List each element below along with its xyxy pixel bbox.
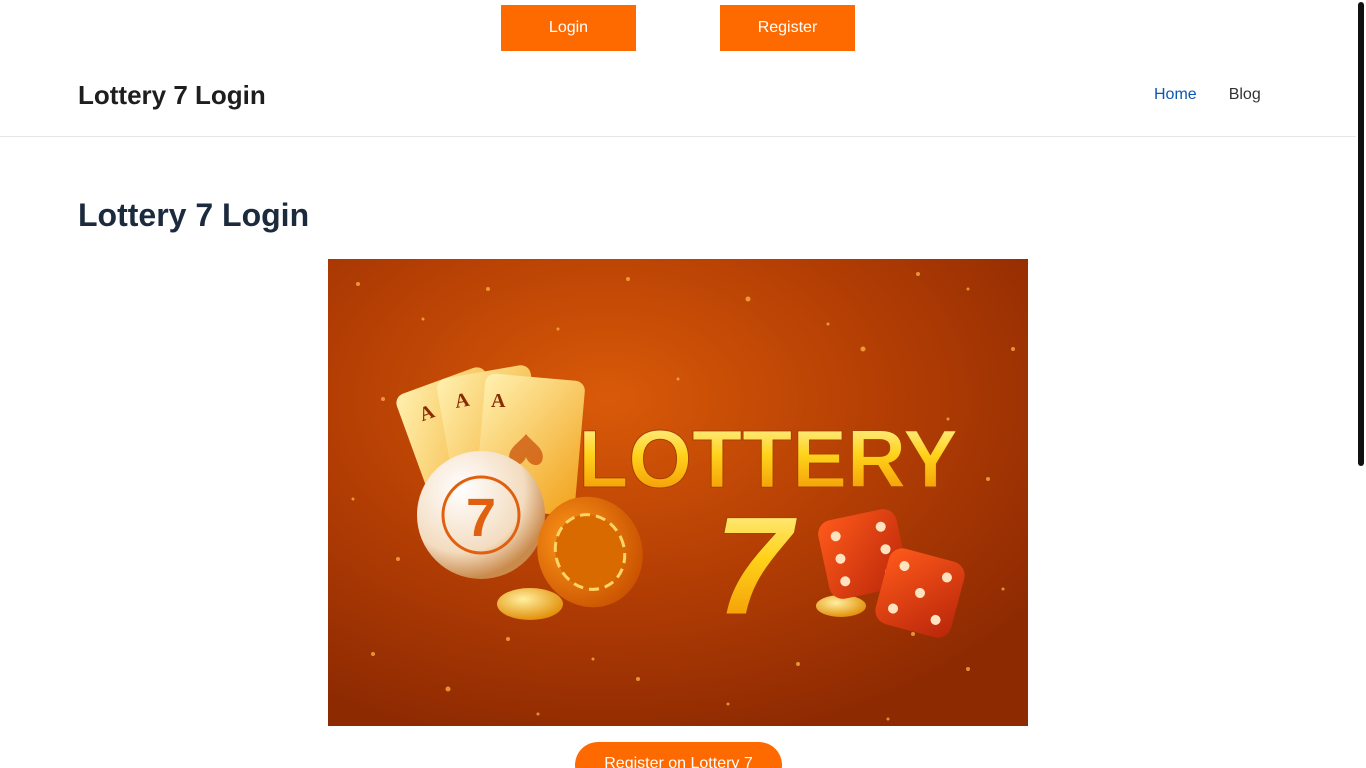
- svg-text:7: 7: [466, 488, 496, 548]
- register-on-lottery-7-button[interactable]: Register on Lottery 7: [575, 742, 782, 768]
- register-button[interactable]: Register: [720, 5, 855, 51]
- svg-text:A: A: [491, 390, 506, 412]
- nav-item-blog[interactable]: Blog: [1229, 86, 1261, 104]
- site-header: Lottery 7 Login Home Blog: [0, 56, 1356, 137]
- hero-number: 7: [714, 487, 798, 644]
- page-title: Lottery 7 Login: [78, 197, 310, 233]
- page-scrollbar[interactable]: [1356, 0, 1366, 768]
- site-title-link[interactable]: Lottery 7 Login: [78, 80, 266, 111]
- nav-item-home[interactable]: Home: [1154, 86, 1197, 104]
- hero-banner-image: A A A 7 LOTTERY 7: [328, 259, 1028, 726]
- login-button[interactable]: Login: [501, 5, 636, 51]
- main-nav: Home Blog: [1154, 86, 1261, 104]
- scrollbar-thumb[interactable]: [1358, 2, 1364, 466]
- lottery-ball-icon: 7: [417, 451, 545, 579]
- auth-bar: Login Register: [0, 5, 1356, 51]
